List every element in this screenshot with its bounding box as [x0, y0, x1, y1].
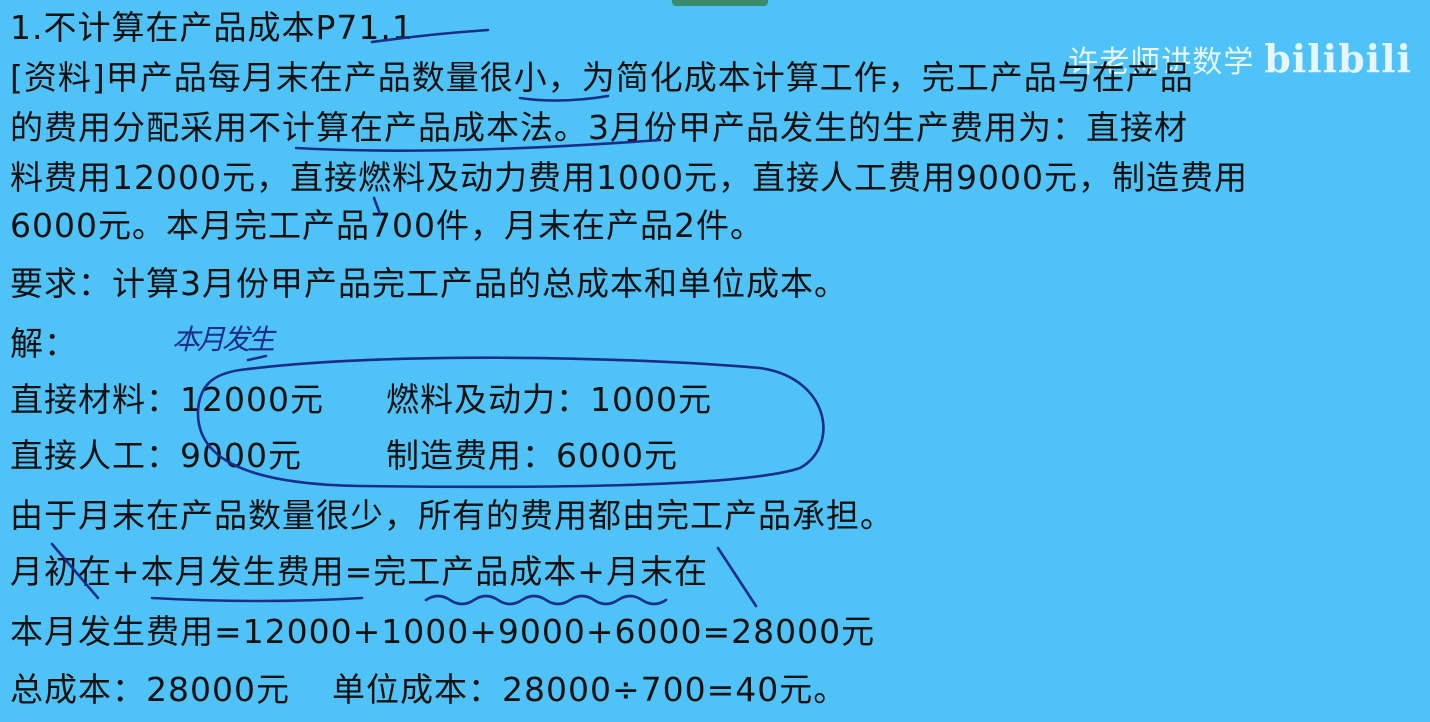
- problem-title: 1.不计算在产品成本P71.1: [10, 6, 414, 50]
- formula: 月初在+本月发生费用=完工产品成本+月末在: [10, 552, 708, 591]
- solution-label: 解：: [10, 324, 78, 363]
- unit-cost-label: 单位成本：: [331, 670, 502, 709]
- unit-cost-value: 28000÷700=40元。: [501, 670, 848, 709]
- direct-labor-value: 9000元: [180, 436, 302, 475]
- cost-row-2: 直接人工：9000元 制造费用：6000元: [10, 434, 678, 478]
- manufacturing-overhead-label: 制造费用：: [385, 436, 556, 475]
- direct-material-value: 12000元: [180, 380, 324, 419]
- explanation: 由于月末在产品数量很少，所有的费用都由完工产品承担。: [10, 496, 894, 535]
- manufacturing-overhead-value: 6000元: [555, 436, 678, 475]
- problem-title-text: 1.不计算在产品成本: [10, 8, 316, 47]
- bilibili-logo: bilibili: [1264, 36, 1412, 81]
- direct-labor-label: 直接人工：: [10, 436, 180, 475]
- material-line-2: 的费用分配采用不计算在产品成本法。3月份甲产品发生的生产费用为：直接材: [10, 108, 1188, 147]
- material-line-3: 料费用12000元，直接燃料及动力费用1000元，直接人工费用9000元，制造费…: [10, 158, 1248, 197]
- total-cost-label: 总成本：: [10, 670, 146, 709]
- cost-row-1: 直接材料：12000元 燃料及动力：1000元: [10, 378, 712, 422]
- handwritten-note: 本月发生: [172, 323, 275, 356]
- calculation: 本月发生费用=12000+1000+9000+6000=28000元: [10, 612, 876, 651]
- fuel-power-label: 燃料及动力：: [385, 380, 590, 419]
- total-row: 总成本：28000元 单位成本：28000÷700=40元。: [10, 668, 847, 712]
- wavy-underline-finished-cost: [424, 594, 668, 606]
- material-line-1: [资料]甲产品每月末在产品数量很小，为简化成本计算工作，完工产品与在产品: [10, 58, 1194, 97]
- total-cost-value: 28000元: [146, 670, 290, 709]
- material-line-4: 6000元。本月完工产品700件，月末在产品2件。: [10, 206, 764, 245]
- underline-period-cost: [150, 596, 364, 603]
- direct-material-label: 直接材料：: [10, 380, 180, 419]
- window-tab[interactable]: [672, 0, 768, 6]
- fuel-power-value: 1000元: [589, 380, 712, 419]
- problem-reference: P71.1: [315, 8, 414, 47]
- requirement: 要求：计算3月份甲产品完工产品的总成本和单位成本。: [10, 264, 848, 303]
- strike-end-wip: [716, 546, 758, 608]
